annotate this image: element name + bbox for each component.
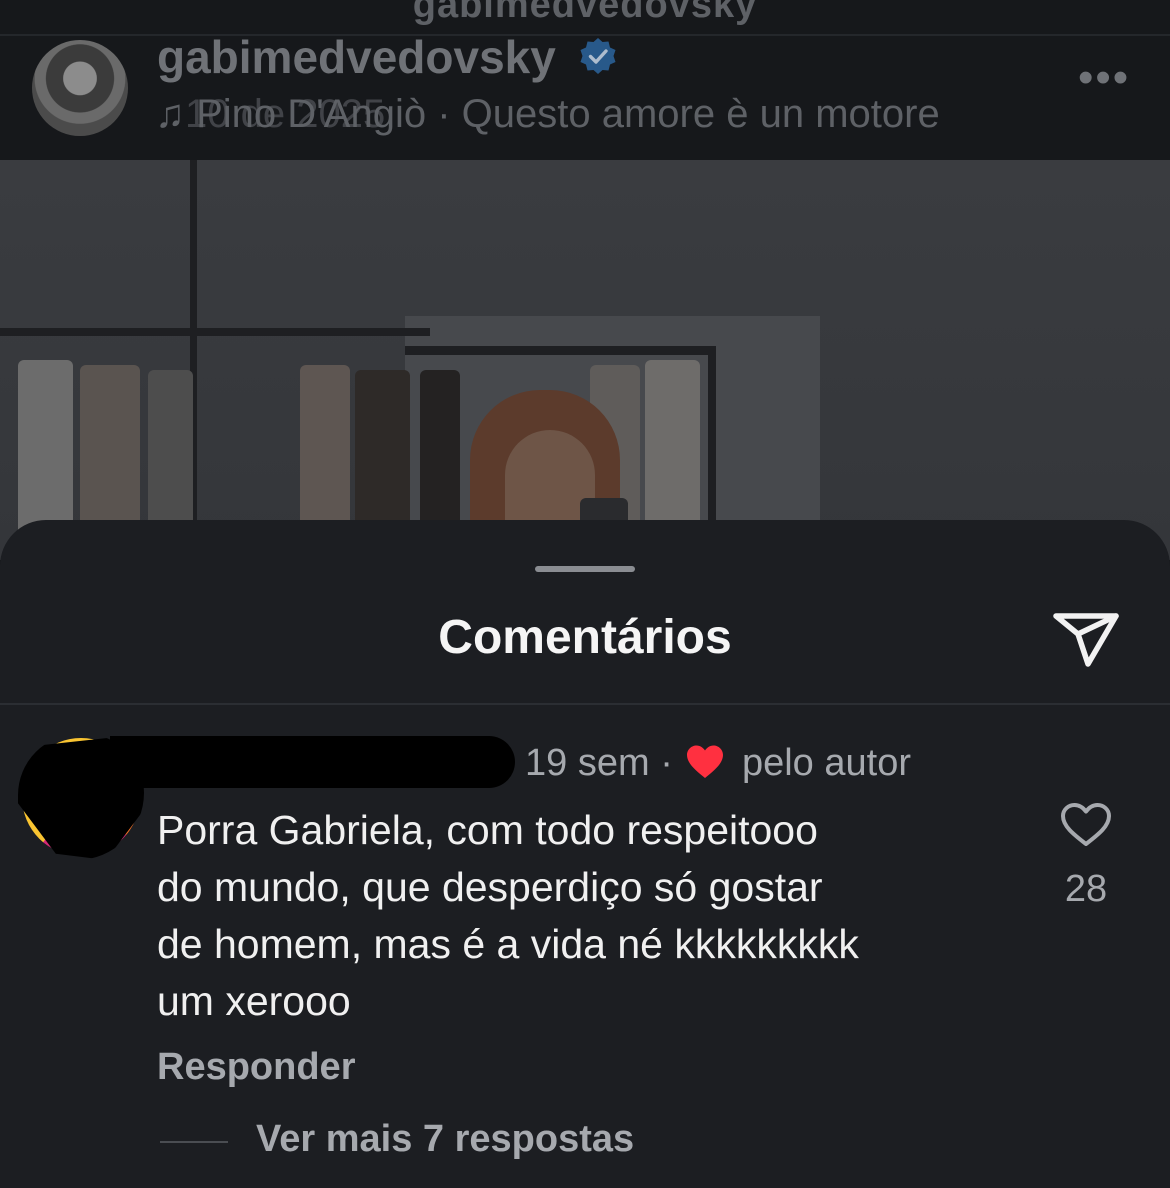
- drag-handle[interactable]: [535, 566, 635, 572]
- post-author-avatar[interactable]: [32, 40, 128, 136]
- sheet-title: Comentários: [438, 611, 732, 664]
- username-redaction: [110, 736, 515, 788]
- like-count: 28: [1064, 868, 1108, 910]
- sheet-divider: [0, 703, 1170, 705]
- reply-button[interactable]: Responder: [157, 1046, 355, 1089]
- liked-by-author-label: pelo autor: [741, 742, 911, 784]
- post-header: gabimedvedovsky gabimedvedovsky ♫ Pino D…: [0, 0, 1170, 160]
- send-icon[interactable]: [1050, 608, 1122, 670]
- comment-text-line: do mundo, que desperdiço só gostar: [157, 864, 823, 910]
- like-heart-icon[interactable]: [1060, 802, 1112, 848]
- verified-badge-icon: [580, 38, 616, 74]
- liked-by-author-heart-icon: [687, 745, 724, 778]
- instagram-screen: gabimedvedovsky gabimedvedovsky ♫ Pino D…: [0, 0, 1170, 1188]
- comment-text-line: de homem, mas é a vida né kkkkkkkkk: [157, 921, 859, 967]
- comment-meta: 19 sem · pelo autor: [525, 742, 911, 785]
- post-author-username[interactable]: gabimedvedovsky: [157, 30, 556, 84]
- music-overlay-date: 10 de 2025: [185, 92, 386, 136]
- comment-time: 19 sem: [525, 742, 650, 784]
- comment-text: Porra Gabriela, com todo respeitooo do m…: [157, 802, 1017, 1030]
- more-dots-icon[interactable]: •••: [1078, 56, 1130, 100]
- meta-separator: ·: [660, 742, 673, 784]
- clothing-rack-bar: [0, 328, 430, 336]
- comment-text-line: um xerooo: [157, 978, 351, 1024]
- clothing-rack-bar-reflection: [405, 346, 715, 355]
- replies-line: [160, 1141, 228, 1143]
- post-photo: [0, 160, 1170, 560]
- top-nav-username: gabimedvedovsky: [412, 0, 758, 26]
- comment-text-line: Porra Gabriela, com todo respeitooo: [157, 807, 818, 853]
- view-more-replies-button[interactable]: Ver mais 7 respostas: [256, 1118, 634, 1161]
- post-music-line[interactable]: ♫ Pino D'Angiò · Questo amore è un motor…: [155, 92, 940, 137]
- comments-sheet: Comentários 19 sem · pelo autor Porra Ga…: [0, 520, 1170, 1188]
